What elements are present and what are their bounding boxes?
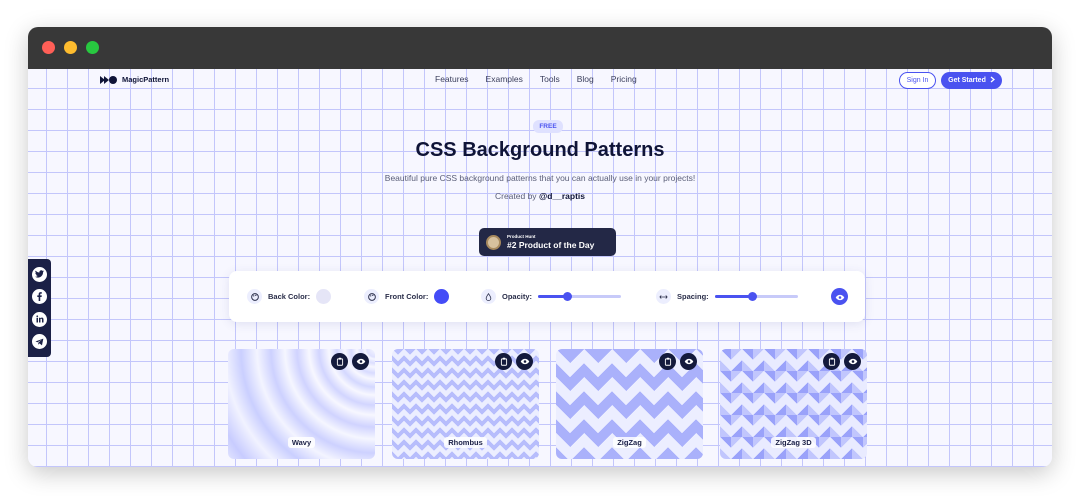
- sign-in-button[interactable]: Sign In: [899, 72, 936, 89]
- nav-link-features[interactable]: Features: [435, 74, 469, 84]
- preview-pattern-button[interactable]: [844, 353, 861, 370]
- nav-link-tools[interactable]: Tools: [540, 74, 560, 84]
- spacing-slider-handle[interactable]: [748, 292, 758, 301]
- page-title: CSS Background Patterns: [415, 139, 665, 161]
- preview-pattern-button[interactable]: [516, 353, 533, 370]
- pattern-name: Rhombus: [392, 437, 539, 448]
- pattern-card-rhombus[interactable]: Rhombus: [392, 349, 539, 459]
- maximize-window-button[interactable]: [86, 41, 99, 54]
- front-color-swatch[interactable]: [434, 289, 450, 304]
- back-color-label: Back Color:: [268, 292, 311, 301]
- opacity-slider[interactable]: [538, 292, 622, 301]
- spacing-label: Spacing:: [677, 292, 709, 301]
- copy-css-button[interactable]: [495, 353, 512, 370]
- opacity-control: Opacity:: [481, 289, 622, 304]
- back-color-swatch[interactable]: [316, 289, 332, 304]
- spacing-icon: [656, 289, 671, 304]
- palette-icon: [247, 289, 262, 304]
- product-hunt-badge[interactable]: Product Hunt #2 Product of the Day: [479, 228, 616, 256]
- spacing-slider[interactable]: [714, 292, 798, 301]
- nav-link-blog[interactable]: Blog: [577, 74, 594, 84]
- chevron-right-icon: [990, 76, 995, 85]
- product-hunt-rank: #2 Product of the Day: [507, 240, 595, 250]
- front-color-label: Front Color:: [385, 292, 429, 301]
- minimize-window-button[interactable]: [64, 41, 77, 54]
- front-color-control: Front Color:: [364, 289, 450, 304]
- pattern-name: Wavy: [228, 437, 375, 448]
- page-content: MagicPattern Features Examples Tools Blo…: [28, 69, 1052, 467]
- author-link[interactable]: @d__raptis: [539, 191, 585, 201]
- nav-links: Features Examples Tools Blog Pricing: [435, 74, 637, 84]
- eye-icon: [835, 288, 845, 306]
- pattern-card-zigzag-3d[interactable]: ZigZag 3D: [720, 349, 867, 459]
- logo-mark-icon: [100, 75, 118, 84]
- pattern-name-text: ZigZag: [613, 437, 646, 448]
- preview-button[interactable]: [831, 288, 848, 305]
- pattern-name-text: Wavy: [287, 437, 316, 448]
- droplet-icon: [481, 289, 496, 304]
- nav-link-examples[interactable]: Examples: [486, 74, 523, 84]
- social-share-bar: [28, 259, 51, 357]
- copy-css-button[interactable]: [659, 353, 676, 370]
- pattern-controls-panel: Back Color: Front Color: Opacity: Spacin…: [229, 271, 865, 322]
- pattern-name-text: Rhombus: [444, 437, 487, 448]
- pattern-name: ZigZag: [556, 437, 703, 448]
- brand-name: MagicPattern: [122, 75, 170, 84]
- pattern-card-zigzag[interactable]: ZigZag: [556, 349, 703, 459]
- free-badge: FREE: [533, 120, 563, 133]
- opacity-label: Opacity:: [502, 292, 533, 301]
- top-nav: MagicPattern Features Examples Tools Blo…: [28, 69, 1052, 93]
- preview-pattern-button[interactable]: [352, 353, 369, 370]
- credit-prefix: Created by: [494, 191, 537, 201]
- copy-css-button[interactable]: [823, 353, 840, 370]
- palette-icon: [364, 289, 379, 304]
- page-subtitle: Beautiful pure CSS background patterns t…: [384, 173, 696, 183]
- spacing-slider-fill: [714, 295, 753, 298]
- credit-line: Created by @d__raptis: [28, 191, 1052, 201]
- nav-link-pricing[interactable]: Pricing: [611, 74, 637, 84]
- facebook-icon[interactable]: [32, 289, 47, 305]
- back-color-control: Back Color:: [247, 289, 332, 304]
- preview-pattern-button[interactable]: [680, 353, 697, 370]
- window-titlebar: [28, 27, 1052, 69]
- close-window-button[interactable]: [42, 41, 55, 54]
- get-started-label: Get Started: [948, 77, 986, 84]
- brand-logo[interactable]: MagicPattern: [100, 75, 169, 84]
- telegram-icon[interactable]: [32, 334, 47, 350]
- pattern-card-wavy[interactable]: Wavy: [228, 349, 375, 459]
- browser-window: MagicPattern Features Examples Tools Blo…: [28, 27, 1052, 467]
- linkedin-icon[interactable]: [32, 311, 47, 327]
- pattern-name-text: ZigZag 3D: [771, 437, 816, 448]
- pattern-name: ZigZag 3D: [720, 437, 867, 448]
- copy-css-button[interactable]: [331, 353, 348, 370]
- get-started-button[interactable]: Get Started: [941, 72, 1002, 89]
- spacing-control: Spacing:: [656, 289, 798, 304]
- twitter-icon[interactable]: [32, 266, 47, 282]
- medal-icon: [486, 234, 501, 250]
- opacity-slider-handle[interactable]: [563, 292, 573, 301]
